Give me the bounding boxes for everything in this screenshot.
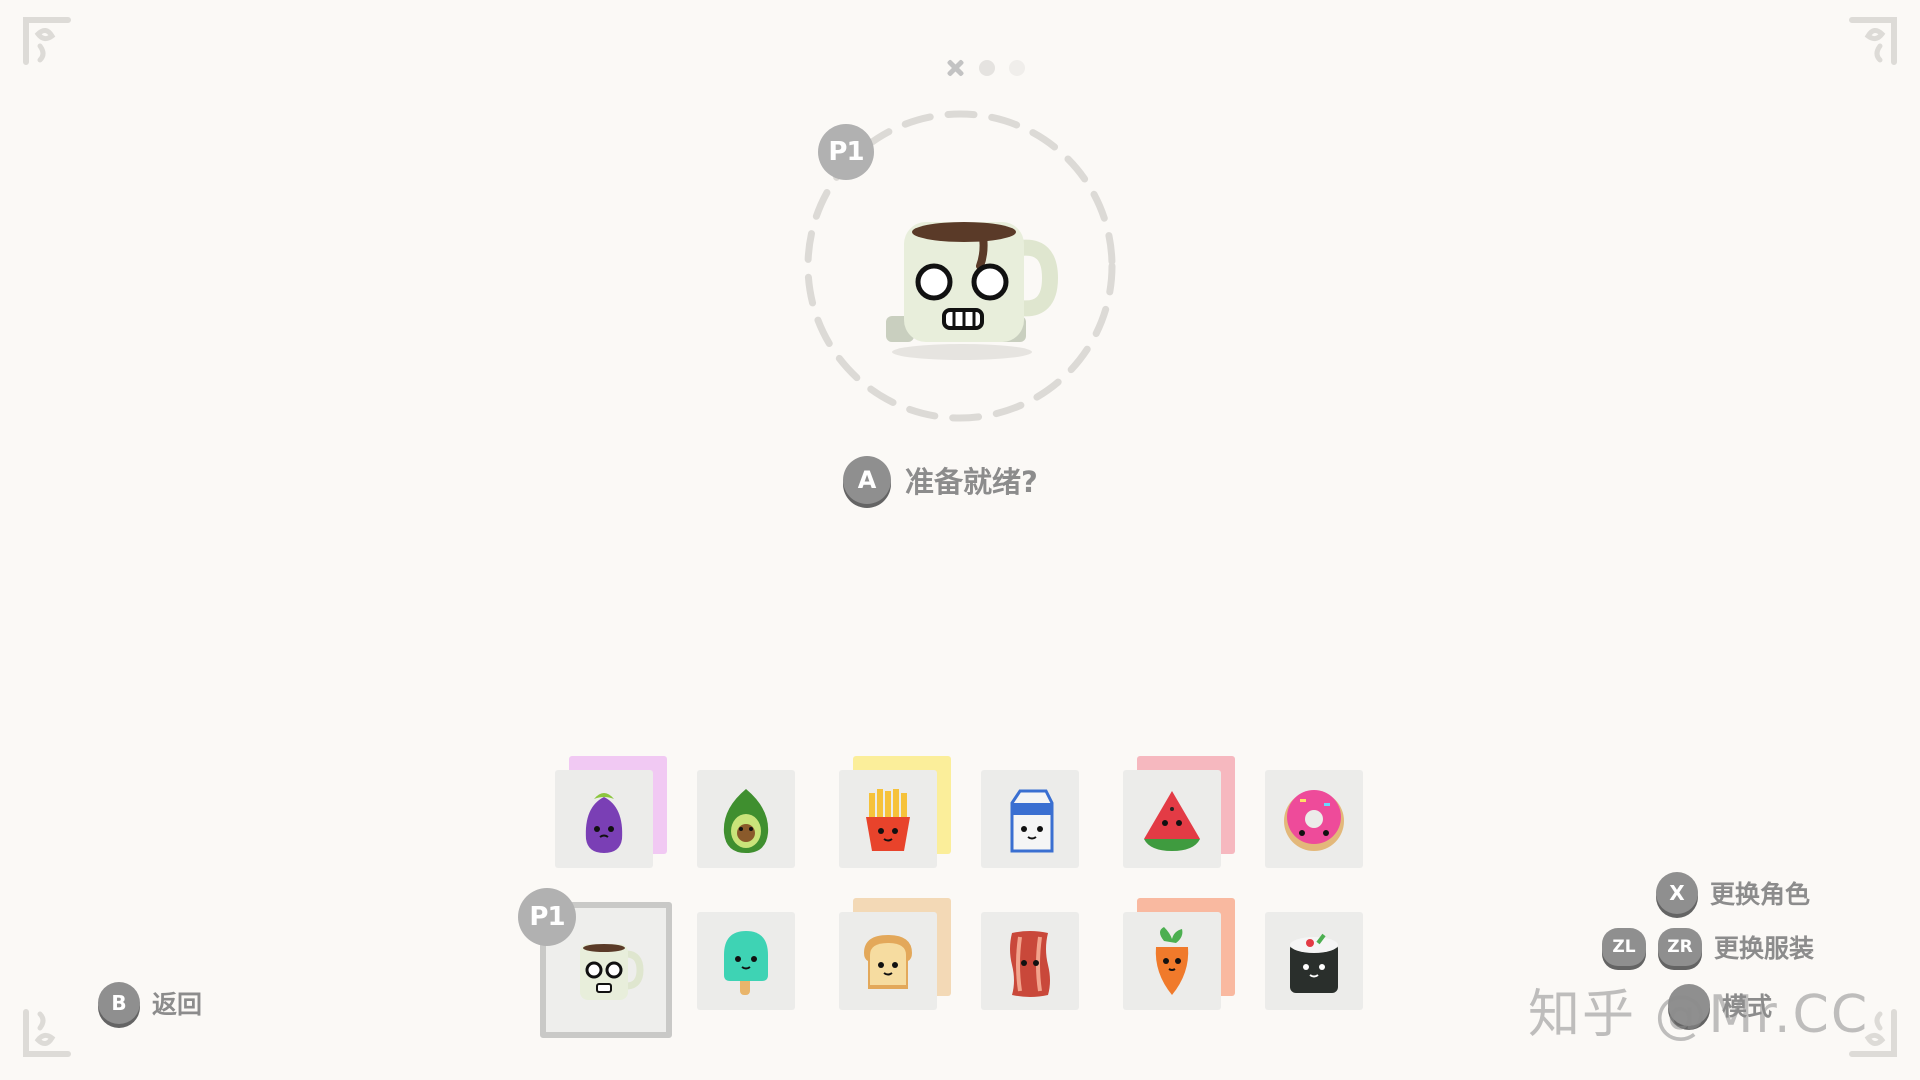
- character-tile-popsicle[interactable]: [697, 912, 795, 1010]
- change-outfit-hint[interactable]: ZL ZR 更换服装: [1602, 928, 1814, 966]
- change-character-label: 更换角色: [1710, 880, 1811, 909]
- corner-ornament-top-left: [18, 12, 78, 72]
- corner-ornament-top-right: [1842, 12, 1902, 72]
- coffee-mug-icon: [580, 944, 644, 1000]
- coffee-mug-character: [870, 212, 1070, 362]
- change-character-hint[interactable]: X 更换角色: [1656, 872, 1810, 914]
- ready-prompt-text: 准备就绪?: [905, 465, 1038, 499]
- page-dot: [979, 60, 995, 76]
- a-button-icon[interactable]: A: [843, 456, 891, 504]
- character-tile-milk-carton[interactable]: [981, 770, 1079, 868]
- ready-prompt[interactable]: A 准备就绪?: [843, 456, 1038, 504]
- milk-carton-icon: [1010, 789, 1054, 853]
- avocado-icon: [723, 789, 769, 853]
- b-button-icon[interactable]: B: [98, 982, 140, 1024]
- page-indicator: [945, 58, 1025, 78]
- watermelon-icon: [1144, 791, 1200, 851]
- corner-ornament-bottom-left: [18, 1002, 78, 1062]
- player-one-badge: P1: [818, 124, 874, 180]
- bacon-icon: [1010, 931, 1050, 997]
- character-tile-sushi[interactable]: [1265, 912, 1363, 1010]
- character-tile-donut[interactable]: [1265, 770, 1363, 868]
- character-tile-avocado[interactable]: [697, 770, 795, 868]
- eggplant-icon: [585, 793, 623, 853]
- character-tile-carrot[interactable]: [1123, 912, 1221, 1010]
- zr-button-icon[interactable]: ZR: [1658, 928, 1702, 966]
- watermark: 知乎 @Mr.CC: [1528, 985, 1870, 1045]
- back-hint[interactable]: B 返回: [98, 982, 202, 1024]
- character-tile-fries[interactable]: [839, 770, 937, 868]
- character-tile-eggplant[interactable]: [555, 770, 653, 868]
- change-outfit-label: 更换服装: [1714, 934, 1815, 963]
- toast-icon: [864, 935, 912, 989]
- popsicle-icon: [724, 931, 768, 995]
- character-tile-bacon[interactable]: [981, 912, 1079, 1010]
- player-one-cursor-badge: P1: [518, 888, 576, 946]
- page-dot: [1009, 60, 1025, 76]
- x-button-icon[interactable]: X: [1656, 872, 1698, 914]
- sushi-icon: [1290, 933, 1338, 993]
- donut-icon: [1284, 790, 1344, 851]
- carrot-icon: [1155, 927, 1189, 995]
- character-tile-watermelon[interactable]: [1123, 770, 1221, 868]
- character-tile-toast[interactable]: [839, 912, 937, 1010]
- fries-icon: [866, 789, 910, 851]
- close-icon[interactable]: [945, 58, 965, 78]
- zl-button-icon[interactable]: ZL: [1602, 928, 1646, 966]
- back-label: 返回: [152, 990, 203, 1019]
